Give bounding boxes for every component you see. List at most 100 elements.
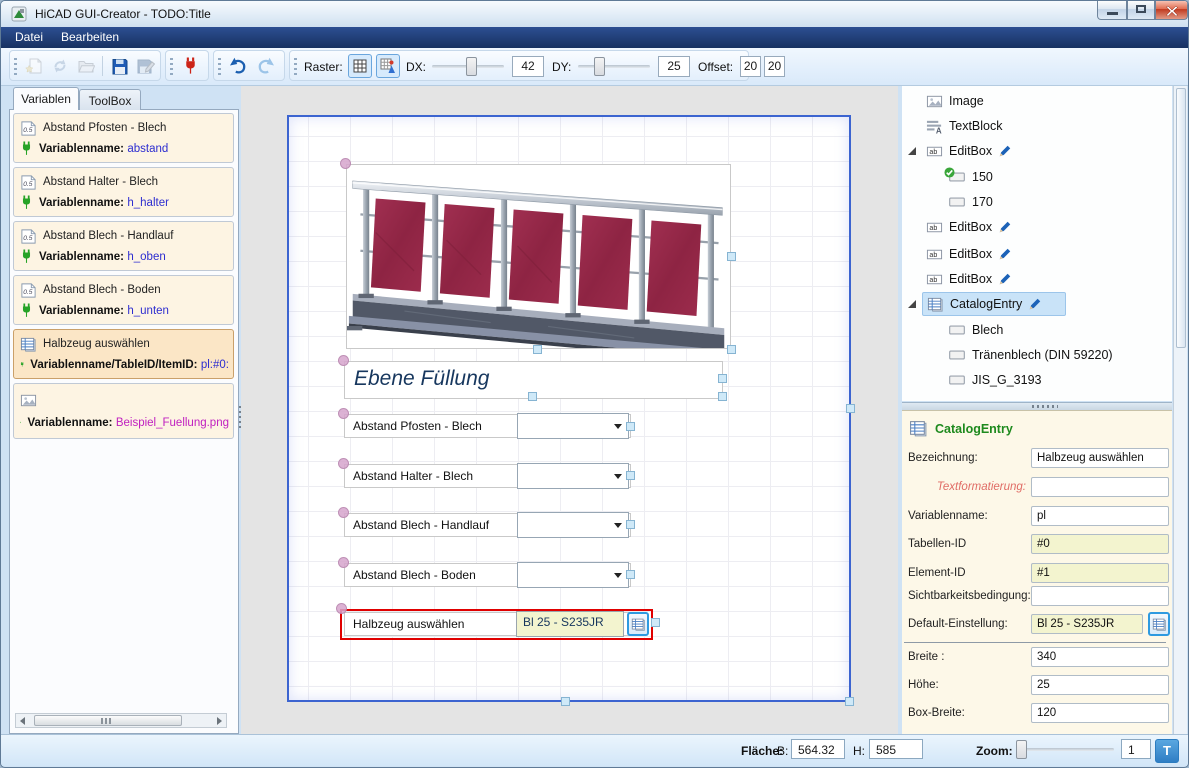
scroll-left-arrow[interactable] (20, 717, 25, 725)
resize-handle[interactable] (718, 392, 727, 401)
anchor-handle[interactable] (338, 507, 349, 518)
menu-datei[interactable]: Datei (15, 30, 43, 44)
resize-handle[interactable] (626, 422, 635, 431)
offset-x-field[interactable]: 20 (740, 56, 761, 77)
tree-item-editbox-2[interactable]: EditBox (926, 215, 1156, 239)
dy-value-field[interactable]: 25 (658, 56, 690, 77)
zoom-value-field[interactable]: 1 (1121, 739, 1151, 759)
grid-toggle-button[interactable] (348, 54, 372, 78)
toolbar-drag-handle[interactable] (170, 58, 173, 75)
anchor-handle[interactable] (338, 408, 349, 419)
scrollbar-thumb[interactable] (34, 715, 182, 726)
breite-field[interactable]: 340 (1031, 647, 1169, 667)
close-button[interactable] (1155, 1, 1188, 20)
tree-item-editbox-3[interactable]: EditBox (926, 242, 1156, 266)
undo-button[interactable] (226, 54, 250, 78)
resize-handle[interactable] (528, 392, 537, 401)
anchor-handle[interactable] (338, 355, 349, 366)
dy-slider[interactable] (578, 65, 650, 68)
design-canvas[interactable]: Ebene Füllung Abstand Pfosten - Blech Ab… (241, 86, 898, 734)
toolbar-drag-handle[interactable] (294, 58, 297, 75)
variable-card-image[interactable]: Variablenname: Beispiel_Fuellung.png (13, 383, 234, 439)
maximize-button[interactable] (1127, 1, 1155, 20)
tree-item-jis[interactable]: JIS_G_3193 (948, 368, 1158, 392)
pencil-icon[interactable] (1028, 297, 1042, 311)
tree-item-blech[interactable]: Blech (948, 318, 1158, 342)
bezeichnung-field[interactable]: Halbzeug auswählen (1031, 448, 1169, 468)
pencil-icon[interactable] (998, 247, 1012, 261)
dx-slider-thumb[interactable] (466, 57, 477, 76)
dx-slider[interactable] (432, 65, 504, 68)
offset-y-field[interactable]: 20 (764, 56, 785, 77)
element-id-field[interactable]: #1 (1031, 563, 1169, 583)
new-button[interactable] (22, 54, 46, 78)
horizontal-scrollbar[interactable] (15, 713, 227, 728)
variable-card-h-halter[interactable]: Abstand Halter - Blech Variablenname: h_… (13, 167, 234, 217)
tree-item-editbox-1[interactable]: EditBox (926, 139, 1156, 163)
redo-button[interactable] (254, 54, 278, 78)
image-element[interactable] (346, 164, 731, 349)
grid-snap-toggle-button[interactable] (376, 54, 400, 78)
variable-card-h-oben[interactable]: Abstand Blech - Handlauf Variablenname: … (13, 221, 234, 271)
variable-card-abstand[interactable]: Abstand Pfosten - Blech Variablenname: a… (13, 113, 234, 163)
connect-button[interactable] (178, 54, 202, 78)
tree-item-textblock[interactable]: TextBlock (926, 114, 1156, 138)
pencil-icon[interactable] (998, 220, 1012, 234)
dropdown-abstand-handlauf[interactable] (517, 512, 629, 538)
resize-handle[interactable] (727, 252, 736, 261)
save-as-button[interactable] (134, 54, 158, 78)
hoehe-field[interactable]: 25 (1031, 675, 1169, 695)
tree-item-editbox-4[interactable]: EditBox (926, 267, 1156, 291)
dy-slider-thumb[interactable] (594, 57, 605, 76)
tree-item-150[interactable]: 150 (948, 165, 1158, 189)
expander-icon[interactable] (908, 300, 916, 308)
scroll-right-arrow[interactable] (217, 717, 222, 725)
zoom-slider[interactable] (1016, 748, 1114, 751)
dx-value-field[interactable]: 42 (512, 56, 544, 77)
resize-handle[interactable] (845, 697, 854, 706)
dropdown-abstand-pfosten[interactable] (517, 413, 629, 439)
anchor-handle[interactable] (338, 458, 349, 469)
tree-item-catalogentry[interactable]: CatalogEntry (922, 292, 1066, 316)
variable-card-h-unten[interactable]: Abstand Blech - Boden Variablenname: h_u… (13, 275, 234, 325)
toolbar-drag-handle[interactable] (218, 58, 221, 75)
tree-item-traenenblech[interactable]: Tränenblech (DIN 59220) (948, 343, 1158, 367)
title-bar[interactable]: HiCAD GUI-Creator - TODO:Title (1, 1, 1188, 27)
resize-handle[interactable] (626, 471, 635, 480)
open-button[interactable] (74, 54, 98, 78)
minimize-button[interactable] (1097, 1, 1127, 20)
resize-handle[interactable] (626, 520, 635, 529)
zoom-slider-thumb[interactable] (1016, 740, 1027, 759)
tree-item-image[interactable]: Image (926, 89, 1156, 113)
menu-bearbeiten[interactable]: Bearbeiten (61, 30, 119, 44)
scrollbar-thumb[interactable] (1176, 88, 1186, 348)
resize-handle[interactable] (718, 374, 727, 383)
dropdown-abstand-halter[interactable] (517, 463, 629, 489)
flaeche-h-field[interactable]: 585 (869, 739, 923, 759)
anchor-handle[interactable] (340, 158, 351, 169)
reload-button[interactable] (48, 54, 72, 78)
tabellen-id-field[interactable]: #0 (1031, 534, 1169, 554)
sichtbarkeit-field[interactable] (1031, 586, 1169, 606)
anchor-handle[interactable] (338, 557, 349, 568)
box-breite-field[interactable]: 120 (1031, 703, 1169, 723)
textformatierung-field[interactable] (1031, 477, 1169, 497)
tree-item-170[interactable]: 170 (948, 190, 1158, 214)
default-catalog-browse-button[interactable] (1148, 612, 1170, 636)
tab-variablen[interactable]: Variablen (13, 87, 79, 110)
resize-handle[interactable] (626, 570, 635, 579)
anchor-handle[interactable] (336, 603, 347, 614)
pencil-icon[interactable] (998, 272, 1012, 286)
resize-handle[interactable] (727, 345, 736, 354)
dropdown-abstand-boden[interactable] (517, 562, 629, 588)
resize-handle[interactable] (846, 404, 855, 413)
variable-card-halbzeug[interactable]: Halbzeug auswählen Variablenname/TableID… (13, 329, 234, 379)
pencil-icon[interactable] (998, 144, 1012, 158)
vertical-scrollbar[interactable] (1173, 86, 1187, 734)
default-einstellung-field[interactable]: Bl 25 - S235JR (1031, 614, 1143, 634)
save-button[interactable] (108, 54, 132, 78)
toolbar-drag-handle[interactable] (14, 58, 17, 75)
tab-toolbox[interactable]: ToolBox (79, 89, 141, 110)
text-mode-button[interactable]: T (1155, 739, 1179, 763)
resize-handle[interactable] (561, 697, 570, 706)
